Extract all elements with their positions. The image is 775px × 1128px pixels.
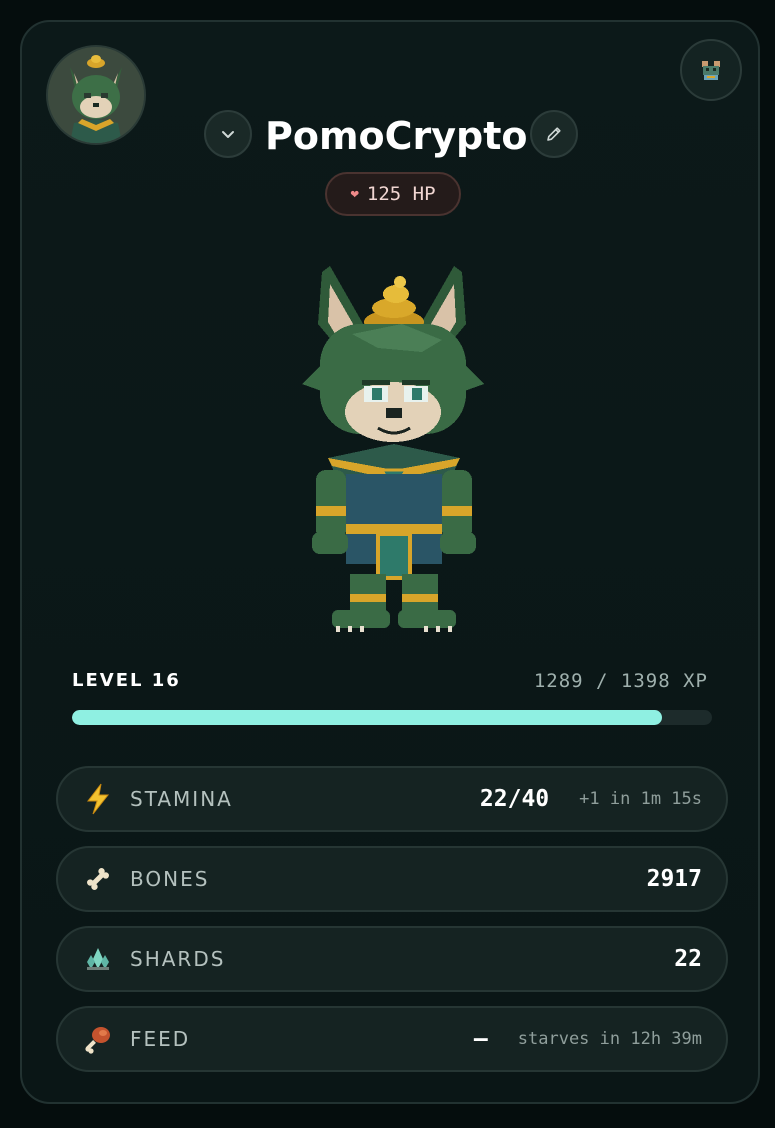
pet-dropdown-button[interactable] <box>204 110 252 158</box>
pet-character-sprite <box>282 244 502 634</box>
hp-value: 125 HP <box>366 183 436 205</box>
edit-name-button[interactable] <box>530 110 578 158</box>
feed-value: – <box>473 1026 488 1052</box>
bones-value: 2917 <box>646 866 702 892</box>
stat-row-feed[interactable]: FEED – starves in 12h 39m <box>56 1006 728 1072</box>
pet-switcher-button[interactable] <box>680 39 742 101</box>
shards-label: SHARDS <box>130 947 226 971</box>
xp-progress-bar <box>72 710 712 725</box>
level-label: LEVEL 16 <box>72 670 181 691</box>
mini-pet-icon <box>702 61 720 80</box>
shards-value: 22 <box>674 946 702 972</box>
hp-badge: ❤ 125 HP <box>325 172 461 216</box>
wolf-avatar-icon <box>48 47 144 143</box>
pet-name: PomoCrypto <box>265 114 528 158</box>
character-card: PomoCrypto ❤ 125 HP LEVEL 16 1289 / 1398… <box>20 20 760 1104</box>
wolf-character-icon <box>302 266 484 632</box>
pencil-icon <box>547 127 561 141</box>
stat-row-stamina: STAMINA 22/40 +1 in 1m 15s <box>56 766 728 832</box>
bone-icon <box>80 861 116 897</box>
feed-label: FEED <box>130 1027 191 1051</box>
heart-icon: ❤ <box>350 186 359 202</box>
stamina-label: STAMINA <box>130 787 233 811</box>
meat-drumstick-icon <box>80 1021 116 1057</box>
lightning-icon <box>80 781 116 817</box>
stamina-regen-timer: +1 in 1m 15s <box>579 789 702 809</box>
bones-label: BONES <box>130 867 210 891</box>
crystal-shard-icon <box>80 941 116 977</box>
stat-row-shards: SHARDS 22 <box>56 926 728 992</box>
chevron-down-icon <box>222 131 234 138</box>
xp-label: 1289 / 1398 XP <box>533 670 708 692</box>
stamina-value: 22/40 <box>479 786 550 812</box>
avatar[interactable] <box>48 47 144 143</box>
stat-row-bones: BONES 2917 <box>56 846 728 912</box>
feed-starve-timer: starves in 12h 39m <box>517 1029 702 1049</box>
xp-progress-fill <box>72 710 663 725</box>
